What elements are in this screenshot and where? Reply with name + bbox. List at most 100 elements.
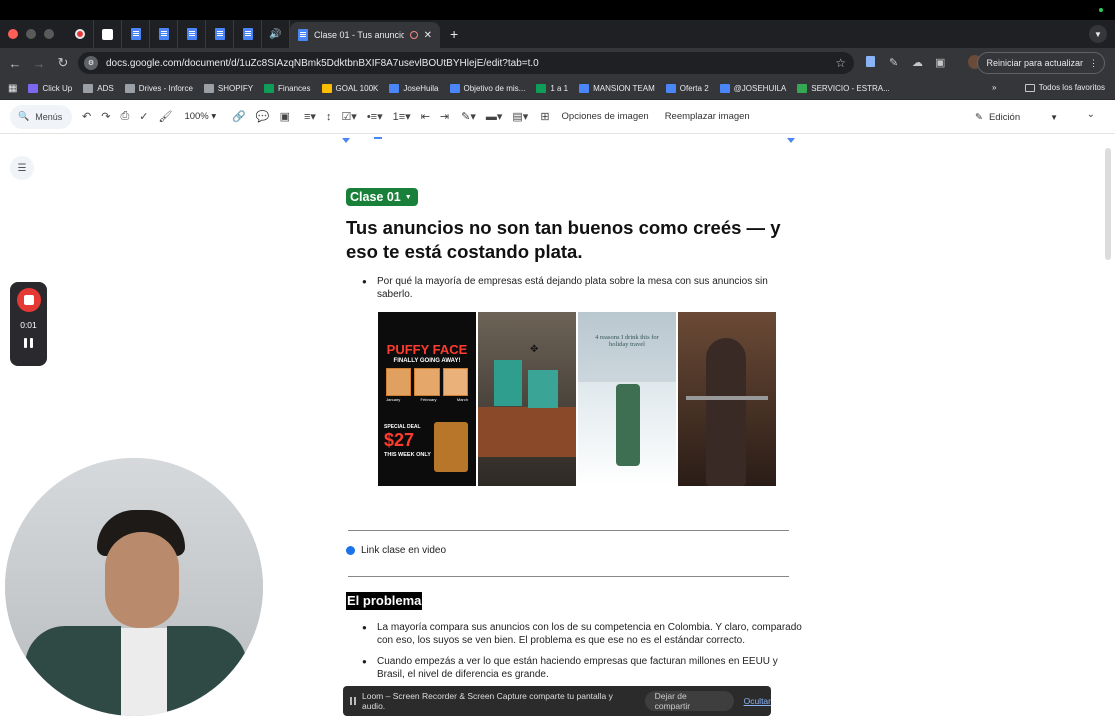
month-label: January (386, 397, 401, 402)
all-bookmarks-button[interactable]: Todos los favoritos (1024, 83, 1105, 92)
tab-pinned-doc-1[interactable] (122, 20, 150, 48)
bookmark-item[interactable]: Finances (264, 84, 311, 93)
border-weight-button[interactable]: ▬▾ (486, 110, 503, 123)
bookmark-icon (665, 84, 676, 93)
first-line-indent-marker[interactable] (374, 137, 382, 139)
zoom-select[interactable]: 100% ▾ (184, 111, 216, 122)
paint-format-button[interactable]: 🖌 (158, 110, 172, 123)
redo-button[interactable]: ↷ (101, 110, 110, 123)
video-link[interactable]: Link clase en video (346, 545, 446, 556)
collapse-toolbar-button[interactable]: ⌄ (1087, 109, 1095, 120)
line-spacing-button[interactable]: ↕ (326, 111, 332, 123)
stop-sharing-button[interactable]: Dejar de compartir (644, 691, 734, 711)
bookmark-label: Finances (278, 84, 311, 93)
tab-pinned-doc-2[interactable] (150, 20, 178, 48)
pause-recording-button[interactable] (24, 338, 33, 348)
image-tag: THIS WEEK ONLY (384, 452, 431, 458)
new-tab-button[interactable]: + (450, 26, 458, 42)
maximize-window-button[interactable] (44, 29, 54, 39)
border-dash-button[interactable]: ▤▾ (512, 110, 528, 123)
drag-handle-icon[interactable] (350, 697, 356, 705)
status-chip[interactable]: Clase 01 ▼ (346, 188, 418, 206)
tab-audio[interactable]: 🔊 (262, 20, 290, 48)
image-options-button[interactable]: Opciones de imagen (562, 111, 649, 122)
ad-image-holiday-travel[interactable]: 4 reasons I drink this for holiday trave… (578, 312, 676, 486)
crop-image-button[interactable]: ⊞ (540, 110, 549, 123)
address-bar[interactable]: ⚙ docs.google.com/document/d/1uZc8SIAzqN… (78, 52, 854, 74)
bookmark-label: Oferta 2 (679, 84, 709, 93)
numbered-list-button[interactable]: 1≡▾ (393, 110, 411, 123)
list-icon: ☰ (17, 162, 27, 174)
bookmark-icon (203, 84, 214, 93)
webcam-bubble[interactable] (5, 458, 263, 716)
undo-button[interactable]: ↶ (82, 110, 91, 123)
increase-indent-button[interactable]: ⇥ (440, 110, 449, 123)
bulleted-list-button[interactable]: •≡▾ (367, 110, 383, 123)
bookmark-item[interactable]: JoseHuila (389, 84, 439, 93)
bookmarks-overflow-icon[interactable]: » (992, 83, 996, 92)
align-button[interactable]: ≡▾ (304, 110, 316, 123)
stop-recording-button[interactable] (16, 288, 41, 312)
tab-pinned-doc-5[interactable] (234, 20, 262, 48)
document-outline-button[interactable]: ☰ (10, 156, 34, 180)
bookmark-item[interactable]: ADS (83, 84, 114, 93)
forward-button[interactable]: → (28, 56, 50, 71)
clickup-icon (102, 28, 113, 40)
bookmark-item[interactable]: GOAL 100K (321, 84, 378, 93)
replace-image-button[interactable]: Reemplazar imagen (665, 111, 750, 122)
ad-image-gym[interactable] (678, 312, 776, 486)
google-docs-icon (242, 28, 253, 40)
back-button[interactable]: ← (4, 56, 26, 71)
bookmark-item[interactable]: SERVICIO - ESTRA... (797, 84, 890, 93)
menus-search-button[interactable]: 🔍 Menús (10, 104, 72, 129)
insert-image-button[interactable]: ▣ (280, 110, 290, 123)
bookmark-item[interactable]: Oferta 2 (665, 84, 709, 93)
ad-image-puffy-face[interactable]: PUFFY FACE FINALLY GOING AWAY! January F… (378, 312, 476, 486)
tab-search-button[interactable]: ▼ (1089, 25, 1107, 43)
bookmark-item[interactable]: SHOPIFY (203, 84, 253, 93)
stop-icon (23, 295, 34, 305)
extensions-puzzle-icon[interactable]: ▣ (935, 56, 945, 69)
add-comment-button[interactable]: 💬 (256, 110, 270, 123)
bookmark-star-icon[interactable]: ☆ (835, 56, 846, 70)
extension-pen-icon[interactable]: ✎ (889, 56, 898, 69)
insert-link-button[interactable]: 🔗 (232, 110, 246, 123)
ad-image-agi-unboxing[interactable]: ✥ (478, 312, 576, 486)
bookmark-item[interactable]: Drives - Inforce (124, 84, 193, 93)
editing-mode-select[interactable]: ✎ Edición ▼ (975, 107, 1065, 127)
checklist-button[interactable]: ☑▾ (341, 110, 356, 123)
page-scrollbar[interactable] (1105, 148, 1111, 260)
close-window-button[interactable] (8, 29, 18, 39)
tab-pinned-doc-3[interactable] (178, 20, 206, 48)
bookmark-item[interactable]: Click Up (28, 84, 72, 93)
docs-toolbar: 🔍 Menús ↶ ↷ ⎙ ✓ 🖌 100% ▾ 🔗 💬 ▣ ≡▾ ↕ ☑▾ •… (0, 100, 1115, 134)
spellcheck-button[interactable]: ✓ (139, 110, 148, 123)
person-jacket-right (167, 626, 247, 716)
bookmark-item[interactable]: 1 a 1 (536, 84, 568, 93)
extension-docs-icon[interactable] (866, 56, 875, 70)
extension-cloud-icon[interactable]: ☁ (912, 56, 923, 69)
minimize-window-button[interactable] (26, 29, 36, 39)
tab-pinned-doc-4[interactable] (206, 20, 234, 48)
tab-active[interactable]: Clase 01 - Tus anuncios n ✕ (290, 22, 440, 48)
bookmark-item[interactable]: MANSION TEAM (579, 84, 655, 93)
site-info-icon[interactable]: ⚙ (84, 56, 98, 70)
print-button[interactable]: ⎙ (120, 110, 129, 123)
left-margin-marker[interactable] (342, 138, 350, 143)
tab-pinned-recorder[interactable] (66, 20, 94, 48)
bookmark-item[interactable]: Objetivo de mis... (449, 84, 525, 93)
tab-close-icon[interactable]: ✕ (424, 30, 432, 41)
bookmark-item[interactable]: @JOSEHUILA (719, 84, 786, 93)
window-controls (8, 29, 54, 39)
bullet-icon: ● (362, 657, 367, 666)
update-button[interactable]: Reiniciar para actualizar ⋮ (977, 52, 1105, 74)
decrease-indent-button[interactable]: ⇤ (421, 110, 430, 123)
apps-grid-icon[interactable]: ▦ (8, 83, 17, 94)
hide-button[interactable]: Ocultar (744, 696, 771, 706)
border-color-button[interactable]: ✎▾ (461, 110, 476, 123)
recorder-controls: 0:01 (10, 282, 47, 366)
reload-button[interactable]: ↻ (52, 55, 74, 71)
right-margin-marker[interactable] (787, 138, 795, 143)
tab-pinned-clickup[interactable] (94, 20, 122, 48)
month-label: March (456, 397, 468, 402)
